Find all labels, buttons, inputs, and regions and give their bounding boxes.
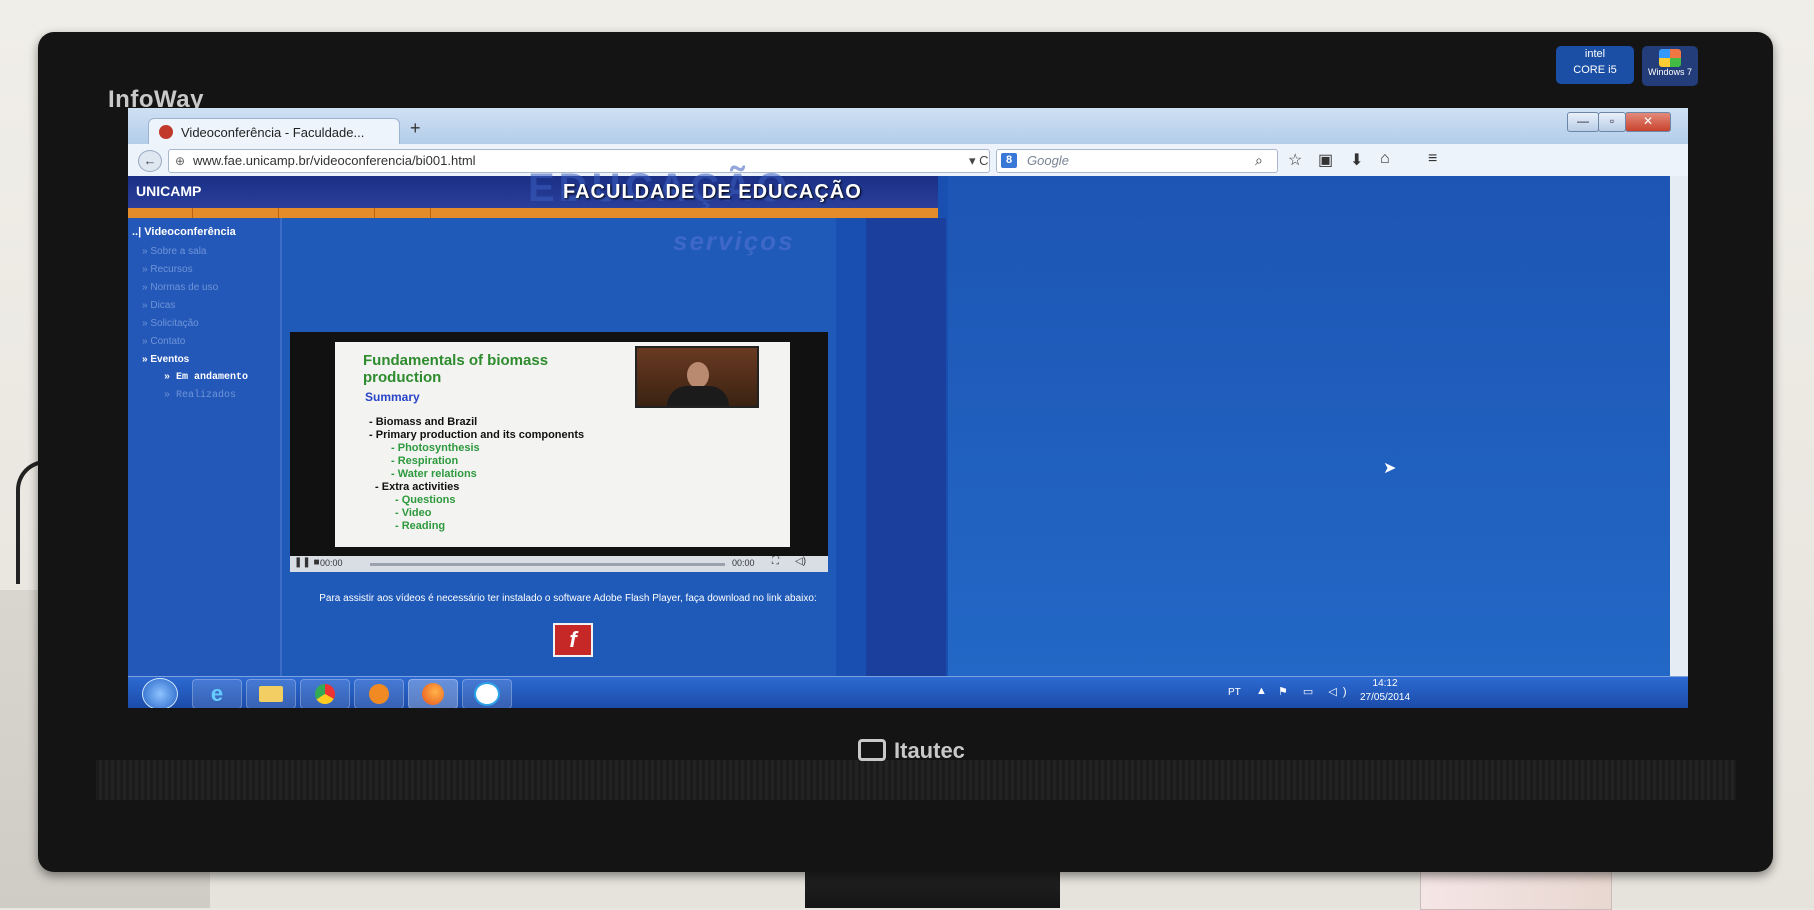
nav-item-eventos[interactable]: » Eventos xyxy=(142,354,189,365)
firefox-icon[interactable] xyxy=(408,679,458,708)
presentation-slide: Fundamentals of biomass production Summa… xyxy=(335,342,790,547)
tray-expand-icon[interactable]: ▲ xyxy=(1256,685,1267,697)
nav-item-sobre[interactable]: » Sobre a sala xyxy=(142,246,207,257)
intel-sticker: intel CORE i5 xyxy=(1556,46,1634,84)
slide-title: Fundamentals of biomass production xyxy=(363,352,549,386)
slide-subitem: - Water relations xyxy=(391,468,477,480)
language-indicator[interactable]: PT xyxy=(1228,687,1241,698)
tray-icons[interactable]: ⚑ ▭ ◁) xyxy=(1278,685,1353,698)
search-icon[interactable]: ⌕ xyxy=(1255,152,1263,169)
chrome-icon[interactable] xyxy=(300,679,350,708)
back-button[interactable]: ← xyxy=(138,150,162,172)
mouse-cursor-icon: ➤ xyxy=(1383,460,1397,477)
reload-icon[interactable]: ▾ C xyxy=(969,153,989,169)
fullscreen-icon[interactable]: ⛶ xyxy=(772,556,779,567)
duration: 00:00 xyxy=(732,558,755,568)
video-player[interactable]: Fundamentals of biomass production Summa… xyxy=(290,332,828,572)
menu-icon[interactable]: ≡ xyxy=(1428,150,1437,168)
ie-icon[interactable]: e xyxy=(192,679,242,708)
slide-item: - Extra activities xyxy=(375,481,460,493)
services-heading: serviços xyxy=(673,226,795,256)
explorer-icon[interactable] xyxy=(246,679,296,708)
pause-button[interactable]: ❚❚ ■ xyxy=(294,557,320,568)
skype-icon[interactable] xyxy=(462,679,512,708)
search-placeholder: Google xyxy=(1027,153,1069,168)
clipboard-icon[interactable]: ▣ xyxy=(1318,150,1333,170)
window-controls: — ▫ ✕ xyxy=(1567,112,1671,132)
screen: Videoconferência - Faculdade... + — ▫ ✕ ← … xyxy=(128,108,1688,708)
windows-sticker: Windows 7 xyxy=(1642,46,1698,86)
maximize-button[interactable]: ▫ xyxy=(1598,112,1626,132)
left-nav: ..| Videoconferência » Sobre a sala » Re… xyxy=(128,218,282,684)
slide-item: - Biomass and Brazil xyxy=(369,416,478,428)
new-tab-button[interactable]: + xyxy=(410,118,421,139)
site-menubar xyxy=(128,208,938,218)
slide-subitem: - Respiration xyxy=(391,455,459,467)
content-right-strip xyxy=(866,218,946,684)
browser-navbar: ← ⊕ www.fae.unicamp.br/videoconferencia/… xyxy=(128,144,1688,177)
speaker-grille xyxy=(96,760,1736,800)
search-bar[interactable]: 8 Google ⌕ xyxy=(996,149,1278,173)
nav-item-recursos[interactable]: » Recursos xyxy=(142,264,193,275)
taskbar: e PT ▲ ⚑ ▭ ◁) 14:12 27/05/2014 xyxy=(128,676,1688,708)
clock-time: 14:12 xyxy=(1372,678,1398,689)
page-scrollbar[interactable] xyxy=(1670,176,1688,684)
site-header: EDUCAÇÃO UNICAMP FACULDADE DE EDUCAÇÃO xyxy=(128,166,938,210)
google-engine-icon[interactable]: 8 xyxy=(1001,153,1017,168)
star-icon[interactable]: ☆ xyxy=(1288,150,1302,170)
flash-download-button[interactable]: f xyxy=(553,623,593,657)
unicamp-label[interactable]: UNICAMP xyxy=(136,183,201,199)
url-text: www.fae.unicamp.br/videoconferencia/bi00… xyxy=(193,153,476,168)
video-controls: ❚❚ ■ 00:00 00:00 ⛶ ◁) xyxy=(290,556,828,572)
slide-item: - Primary production and its components xyxy=(369,429,585,441)
globe-icon: ⊕ xyxy=(175,154,186,168)
nav-item-dicas[interactable]: » Dicas xyxy=(142,300,175,311)
current-time: 00:00 xyxy=(320,558,343,568)
slide-subitem: - Reading xyxy=(395,520,446,532)
slide-summary: Summary xyxy=(365,390,420,404)
slide-subitem: - Questions xyxy=(395,494,456,506)
itautec-logo: Itautec xyxy=(858,738,965,764)
clock-date: 27/05/2014 xyxy=(1360,692,1411,703)
seek-bar[interactable] xyxy=(370,563,725,566)
nav-item-contato[interactable]: » Contato xyxy=(142,336,185,347)
volume-icon[interactable]: ◁) xyxy=(795,556,806,567)
tab-title: Videoconferência - Faculdade... xyxy=(181,125,365,140)
nav-item-solicitacao[interactable]: » Solicitação xyxy=(142,318,199,329)
nav-heading[interactable]: ..| Videoconferência xyxy=(132,226,236,238)
subnav-realizados[interactable]: » Realizados xyxy=(164,390,236,401)
subnav-em-andamento[interactable]: » Em andamento xyxy=(164,372,248,383)
menu-item[interactable] xyxy=(280,208,375,218)
page-background-right xyxy=(948,176,1670,684)
unicamp-favicon-icon xyxy=(159,125,173,139)
start-button[interactable] xyxy=(142,678,178,708)
home-icon[interactable]: ⌂ xyxy=(1380,150,1390,168)
media-player-icon[interactable] xyxy=(354,679,404,708)
minimize-button[interactable]: — xyxy=(1567,112,1599,132)
nav-item-normas[interactable]: » Normas de uso xyxy=(142,282,218,293)
slide-subitem: - Video xyxy=(395,507,432,519)
slide-subitem: - Photosynthesis xyxy=(391,442,480,454)
flash-notice: Para assistir aos vídeos é necessário te… xyxy=(319,593,817,604)
close-button[interactable]: ✕ xyxy=(1625,112,1671,132)
menu-item[interactable] xyxy=(194,208,279,218)
browser-titlebar: Videoconferência - Faculdade... + — ▫ ✕ xyxy=(128,108,1688,147)
browser-tab[interactable]: Videoconferência - Faculdade... xyxy=(148,118,400,147)
speaker-video-inset xyxy=(635,346,759,408)
web-page: EDUCAÇÃO UNICAMP FACULDADE DE EDUCAÇÃO .… xyxy=(128,166,1670,684)
menu-item[interactable] xyxy=(376,208,431,218)
speaker-body xyxy=(667,386,729,406)
speaker-head xyxy=(687,362,709,388)
clock[interactable]: 14:12 27/05/2014 xyxy=(1360,677,1410,705)
site-title: FACULDADE DE EDUCAÇÃO xyxy=(563,181,862,203)
download-icon[interactable]: ⬇ xyxy=(1350,150,1363,170)
menu-item[interactable] xyxy=(128,208,193,218)
